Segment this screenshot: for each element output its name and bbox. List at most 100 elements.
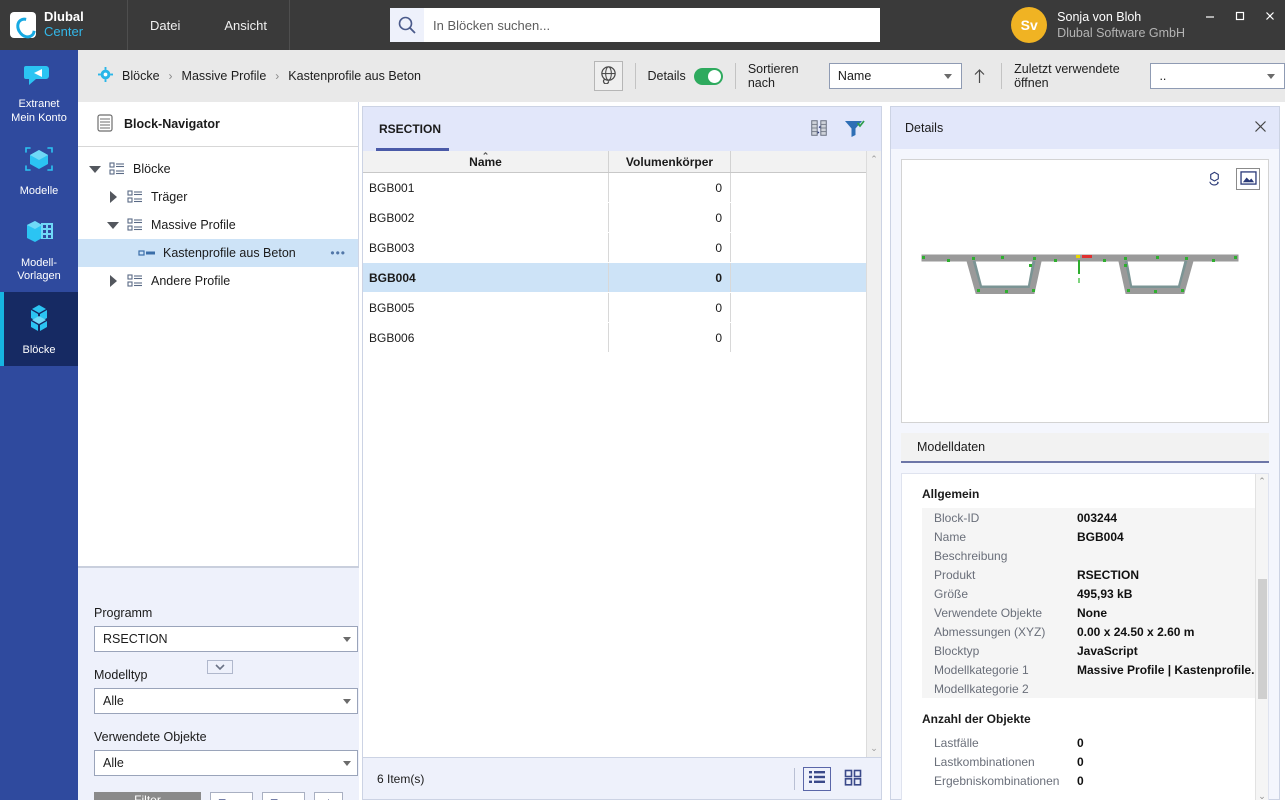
property-key: Name	[934, 529, 967, 544]
menu-item-ansicht[interactable]: Ansicht	[202, 0, 289, 50]
tab-rsection[interactable]: RSECTION	[375, 107, 450, 151]
brand-line2: Center	[44, 24, 84, 39]
list-scrollbar[interactable]: ⌃ ⌄	[866, 151, 881, 757]
breadcrumb-item-2[interactable]: Kastenprofile aus Beton	[288, 69, 421, 83]
tab-modelldaten[interactable]: Modelldaten	[901, 433, 1269, 463]
statusbar-divider	[794, 767, 795, 790]
table-row[interactable]: BGB001 0	[363, 173, 881, 203]
property-value: RSECTION	[1077, 567, 1140, 582]
recent-select-value: ..	[1159, 69, 1167, 83]
list-icon	[106, 162, 128, 176]
table-row[interactable]: BGB002 0	[363, 203, 881, 233]
favorite-button[interactable]	[314, 792, 343, 800]
table-row-selected[interactable]: BGB004 0	[363, 263, 881, 293]
cell-blank	[731, 203, 867, 232]
collapse-down-button[interactable]	[207, 660, 233, 674]
section-title-anzahl-der-objekte: Anzahl der Objekte	[922, 712, 1031, 726]
breadcrumb-toolbar: Blöcke › Massive Profile › Kastenprofile…	[78, 50, 1285, 102]
scrollbar-thumb[interactable]	[1257, 579, 1267, 699]
tree-item-bloecke[interactable]: Blöcke	[78, 155, 358, 183]
close-button[interactable]	[1255, 0, 1285, 32]
rail-label-extranet-l2: Mein Konto	[11, 111, 67, 124]
search-input[interactable]	[424, 9, 880, 41]
table-row[interactable]: BGB005 0	[363, 293, 881, 323]
globe-icon	[599, 65, 618, 87]
rotate-3d-button[interactable]	[1202, 168, 1226, 190]
property-row: Abmessungen (XYZ) 0.00 x 24.50 x 2.60 m	[922, 622, 1262, 641]
breadcrumb-item-0[interactable]: Blöcke	[122, 69, 160, 83]
scroll-down-icon[interactable]: ⌄	[1258, 791, 1266, 800]
sort-select[interactable]: Name	[828, 63, 962, 89]
user-name: Sonja von Bloh	[1057, 9, 1142, 24]
blocks-gear-icon	[98, 67, 113, 85]
details-panel: Details Modelldaten Allgemein Block-ID 0…	[890, 106, 1280, 800]
search-box[interactable]	[390, 8, 880, 42]
columns-settings-icon[interactable]	[809, 118, 829, 141]
chevron-right-icon[interactable]	[102, 275, 124, 287]
column-header-blank[interactable]	[731, 151, 867, 172]
breadcrumb: Blöcke › Massive Profile › Kastenprofile…	[78, 67, 421, 85]
empty-col-1	[363, 353, 609, 744]
empty-col-3	[731, 353, 867, 744]
rail-label-modell-vorlagen-l1: Modell-	[20, 256, 58, 269]
minimize-button[interactable]	[1195, 0, 1225, 32]
column-header-volumenkoerper[interactable]: Volumenkörper	[609, 151, 731, 172]
rail-item-modelle[interactable]: Modelle	[0, 133, 78, 207]
column-header-name[interactable]: ⌃ Name	[363, 151, 609, 172]
property-key: Block-ID	[934, 510, 980, 525]
maximize-button[interactable]	[1225, 0, 1255, 32]
navigator-tree: Blöcke Träger Massive Profile Kastenprof…	[78, 147, 358, 295]
sort-direction-button[interactable]	[970, 63, 990, 89]
close-icon[interactable]	[1254, 120, 1267, 136]
breadcrumb-item-1[interactable]: Massive Profile	[182, 69, 267, 83]
block-export-button[interactable]	[262, 792, 305, 800]
scroll-down-icon[interactable]: ⌄	[870, 743, 878, 754]
dlubal-logo-icon	[10, 12, 36, 38]
cell-name: BGB001	[363, 173, 609, 202]
image-view-button[interactable]	[1236, 168, 1260, 190]
filter-select-modelltyp[interactable]: Alle	[94, 688, 358, 714]
details-title: Details	[905, 121, 944, 135]
rail-item-extranet[interactable]: Extranet Mein Konto	[0, 50, 78, 133]
recent-select[interactable]: ..	[1150, 63, 1285, 89]
filter-select-verwendete-objekte[interactable]: Alle	[94, 750, 358, 776]
block-preview[interactable]	[901, 159, 1269, 423]
menu-item-datei[interactable]: Datei	[128, 0, 202, 50]
tree-item-traeger[interactable]: Träger	[78, 183, 358, 211]
scroll-up-icon[interactable]: ⌃	[870, 154, 878, 165]
tree-item-massive-profile[interactable]: Massive Profile	[78, 211, 358, 239]
details-toggle[interactable]	[693, 67, 723, 85]
tree-item-kastenprofile-aus-beton[interactable]: Kastenprofile aus Beton •••	[78, 239, 358, 267]
property-key: Blocktyp	[934, 643, 980, 658]
globe-button[interactable]	[594, 61, 623, 91]
cell-volumenkoerper: 0	[609, 233, 731, 262]
box-girder-cross-section-preview	[921, 254, 1239, 294]
tree-item-overflow-icon[interactable]: •••	[330, 246, 346, 260]
details-scrollbar[interactable]: ⌃ ⌄	[1255, 474, 1268, 800]
property-row: Verwendete Objekte None	[922, 603, 1262, 622]
tree-item-andere-profile[interactable]: Andere Profile	[78, 267, 358, 295]
rail-item-modell-vorlagen[interactable]: Modell- Vorlagen	[0, 207, 78, 292]
block-import-button[interactable]	[210, 792, 253, 800]
property-row: Beschreibung	[922, 546, 1262, 565]
filter-select-programm[interactable]: RSECTION	[94, 626, 358, 652]
chevron-right-icon[interactable]	[102, 191, 124, 203]
table-row[interactable]: BGB006 0	[363, 323, 881, 353]
filter-icon[interactable]	[843, 118, 865, 141]
property-key: Modellkategorie 1	[934, 662, 1029, 677]
list-view-button[interactable]	[803, 766, 831, 791]
menu-bar: Datei Ansicht	[128, 0, 289, 50]
chevron-down-icon[interactable]	[102, 221, 124, 229]
table-row[interactable]: BGB003 0	[363, 233, 881, 263]
property-key: Ergebniskombinationen	[934, 773, 1060, 788]
reset-filter-button[interactable]: Filter zurücksetzen	[94, 792, 201, 800]
cell-blank	[731, 263, 867, 292]
grid-view-button[interactable]	[839, 767, 867, 791]
chevron-down-icon[interactable]	[84, 165, 106, 173]
scroll-up-icon[interactable]: ⌃	[1258, 476, 1266, 487]
user-account[interactable]: Sv Sonja von Bloh Dlubal Software GmbH	[1011, 7, 1185, 43]
block-export-icon	[268, 797, 287, 800]
cell-volumenkoerper: 0	[609, 323, 731, 352]
user-company: Dlubal Software GmbH	[1057, 26, 1185, 40]
rail-item-bloecke[interactable]: Blöcke	[0, 292, 78, 366]
